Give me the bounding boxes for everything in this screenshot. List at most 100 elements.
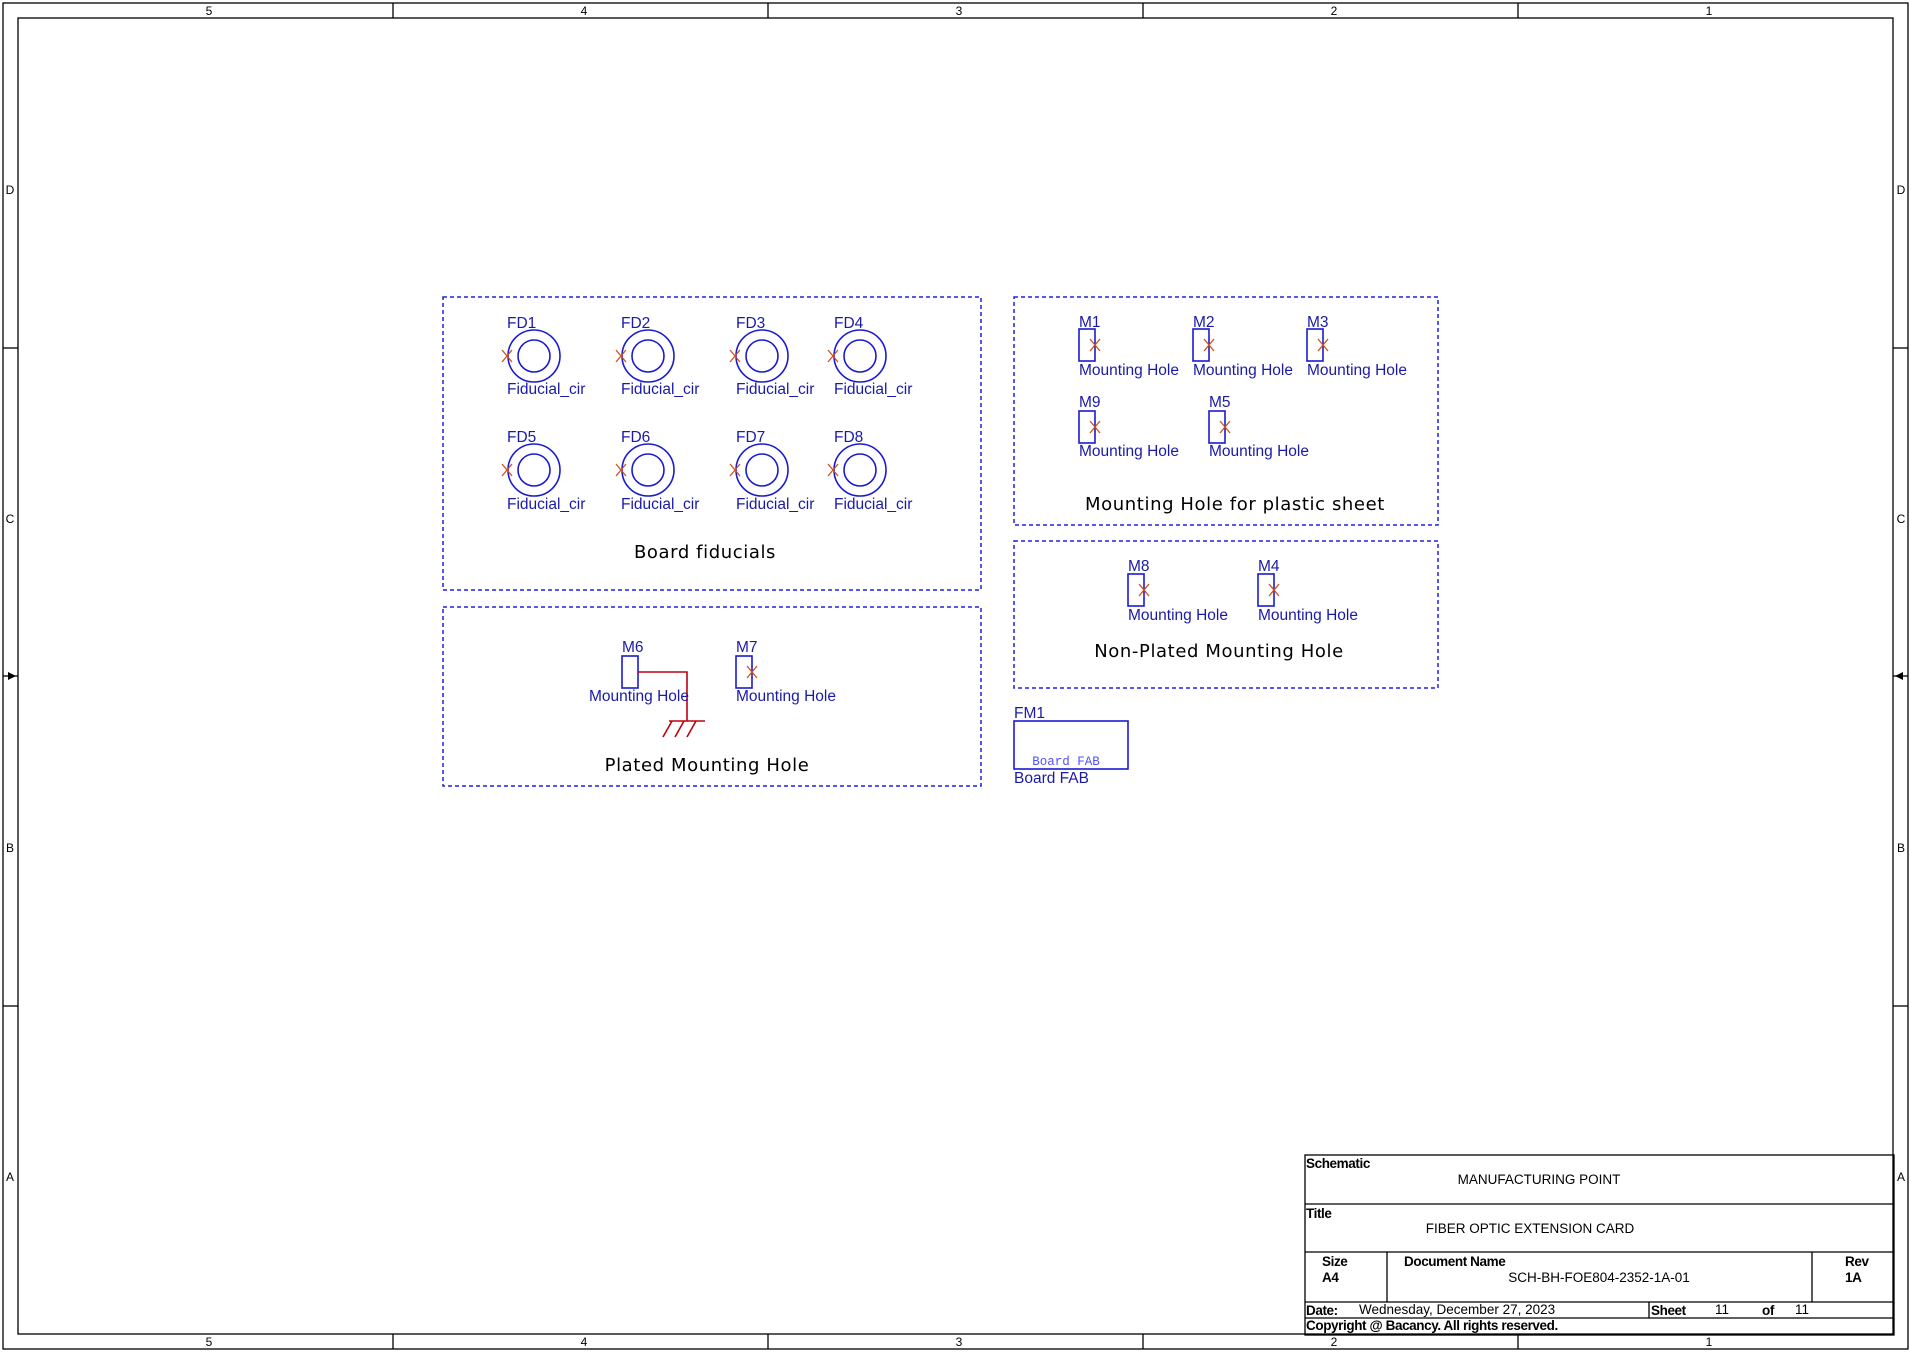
part-ref: FD2 (621, 315, 650, 332)
zone-col-bottom: 2 (1331, 1335, 1338, 1349)
mounting-hole-m7[interactable]: M7 Mounting Hole (735, 639, 836, 705)
part-value: Fiducial_cir (834, 496, 912, 513)
part-value: Mounting Hole (1209, 443, 1309, 460)
part-ref: M5 (1209, 394, 1231, 411)
sheet-value: 11 (1715, 1302, 1729, 1317)
fiducial-fd6[interactable]: FD6 Fiducial_cir (615, 429, 699, 513)
mounting-hole-m9[interactable]: M9 Mounting Hole (1078, 394, 1179, 460)
part-ref: M9 (1079, 394, 1101, 411)
group-border (1013, 296, 1439, 526)
mounting-hole-m8[interactable]: M8 Mounting Hole (1127, 558, 1228, 624)
zone-col-bottom: 5 (206, 1335, 213, 1349)
fiducial-fd1[interactable]: FD1 Fiducial_cir (501, 315, 585, 398)
fab-inner-text: Board FAB (1032, 755, 1100, 769)
fiducial-fd2[interactable]: FD2 Fiducial_cir (615, 315, 699, 398)
board-fab-fm1[interactable]: FM1 Board FAB Board FAB (1013, 705, 1129, 787)
zone-col-bottom: 1 (1706, 1335, 1713, 1349)
date-value: Wednesday, December 27, 2023 (1359, 1302, 1555, 1317)
mounting-hole-m1[interactable]: M1 Mounting Hole (1078, 314, 1179, 379)
mounting-hole-m2[interactable]: M2 Mounting Hole (1192, 314, 1293, 379)
drawing-frame: 5 4 3 2 1 5 4 3 2 1 D C B A D C B A (2, 2, 1909, 1350)
mounting-hole-m3[interactable]: M3 Mounting Hole (1306, 314, 1407, 379)
group-plated-mounting-hole[interactable]: Plated Mounting Hole M6 Mounting Hole M7… (442, 606, 982, 787)
part-value: Mounting Hole (1258, 607, 1358, 624)
zone-col-top: 5 (206, 4, 213, 18)
fiducial-fd8[interactable]: FD8 Fiducial_cir (827, 429, 912, 513)
part-value: Fiducial_cir (507, 381, 585, 398)
schematic-sheet: 5 4 3 2 1 5 4 3 2 1 D C B A D C B A Boar… (2, 2, 1909, 1350)
mounting-hole-m5[interactable]: M5 Mounting Hole (1208, 394, 1309, 460)
group-plastic-sheet-mounting[interactable]: Mounting Hole for plastic sheet M1 Mount… (1013, 296, 1439, 526)
zone-col-bottom: 4 (581, 1335, 588, 1349)
part-value: Mounting Hole (736, 688, 836, 705)
zone-row-right: C (1897, 512, 1906, 526)
part-ref: FD5 (507, 429, 536, 446)
size-value: A4 (1322, 1270, 1339, 1285)
mounting-hole-m6[interactable]: M6 Mounting Hole (589, 639, 705, 738)
title-block: Schematic MANUFACTURING POINT Title FIBE… (1304, 1154, 1895, 1336)
group-title: Board fiducials (634, 542, 776, 563)
zone-col-bottom: 3 (956, 1335, 963, 1349)
part-value: Mounting Hole (1079, 362, 1179, 379)
ground-icon (662, 720, 705, 738)
part-ref: FD1 (507, 315, 536, 332)
fiducial-fd5[interactable]: FD5 Fiducial_cir (501, 429, 585, 513)
zone-row-left: B (6, 841, 14, 855)
schematic-canvas: 5 4 3 2 1 5 4 3 2 1 D C B A D C B A Boar… (0, 0, 1911, 1352)
part-ref: FD3 (736, 315, 765, 332)
zone-col-top: 2 (1331, 4, 1338, 18)
zone-col-top: 3 (956, 4, 963, 18)
part-value: Fiducial_cir (621, 381, 699, 398)
part-ref: FD4 (834, 315, 864, 332)
date-label: Date: (1306, 1303, 1338, 1318)
zone-col-top: 4 (581, 4, 588, 18)
sheet-label: Sheet (1651, 1303, 1687, 1318)
group-title: Plated Mounting Hole (605, 755, 810, 776)
group-title: Non-Plated Mounting Hole (1094, 641, 1344, 662)
of-value: 11 (1795, 1302, 1809, 1317)
copyright-text: Copyright @ Bacancy. All rights reserved… (1306, 1318, 1558, 1333)
part-ref: FD7 (736, 429, 765, 446)
part-ref: M7 (736, 639, 758, 656)
part-value: Fiducial_cir (507, 496, 585, 513)
part-ref: M4 (1258, 558, 1280, 575)
center-arrow-right (1895, 672, 1903, 680)
part-ref: M6 (622, 639, 644, 656)
rev-value: 1A (1845, 1270, 1862, 1285)
group-board-fiducials[interactable]: Board fiducials FD1 Fiducial_cir FD2 Fid… (442, 296, 982, 591)
group-non-plated-mounting-hole[interactable]: Non-Plated Mounting Hole M8 Mounting Hol… (1013, 540, 1439, 689)
center-arrow-left (8, 672, 16, 680)
part-ref: M2 (1193, 314, 1215, 331)
document-name-value: SCH-BH-FOE804-2352-1A-01 (1508, 1270, 1690, 1285)
zone-col-top: 1 (1706, 4, 1713, 18)
zone-row-left: D (6, 183, 15, 197)
rev-label: Rev (1845, 1254, 1869, 1269)
part-value: Mounting Hole (1193, 362, 1293, 379)
fiducial-fd7[interactable]: FD7 Fiducial_cir (729, 429, 814, 513)
fiducial-fd3[interactable]: FD3 Fiducial_cir (729, 315, 814, 398)
part-ref: FM1 (1014, 705, 1045, 722)
schematic-label: Schematic (1306, 1156, 1371, 1171)
inner-border (17, 17, 1894, 1335)
fiducial-fd4[interactable]: FD4 Fiducial_cir (827, 315, 912, 398)
zone-row-right: A (1897, 1170, 1905, 1184)
part-ref: M3 (1307, 314, 1329, 331)
zone-row-right: B (1897, 841, 1905, 855)
document-name-label: Document Name (1404, 1254, 1506, 1269)
zone-row-right: D (1897, 183, 1906, 197)
part-ref: FD6 (621, 429, 650, 446)
group-title: Mounting Hole for plastic sheet (1085, 494, 1385, 515)
part-value: Mounting Hole (1307, 362, 1407, 379)
outer-border (2, 2, 1909, 1350)
part-value: Fiducial_cir (834, 381, 912, 398)
part-ref: M8 (1128, 558, 1150, 575)
part-value: Fiducial_cir (736, 381, 814, 398)
part-value: Mounting Hole (1128, 607, 1228, 624)
zone-row-left: C (6, 512, 15, 526)
schematic-value: MANUFACTURING POINT (1458, 1172, 1621, 1187)
part-value: Fiducial_cir (621, 496, 699, 513)
size-label: Size (1322, 1254, 1348, 1269)
part-ref: M1 (1079, 314, 1101, 331)
part-value: Board FAB (1014, 770, 1089, 787)
mounting-hole-m4[interactable]: M4 Mounting Hole (1257, 558, 1358, 624)
